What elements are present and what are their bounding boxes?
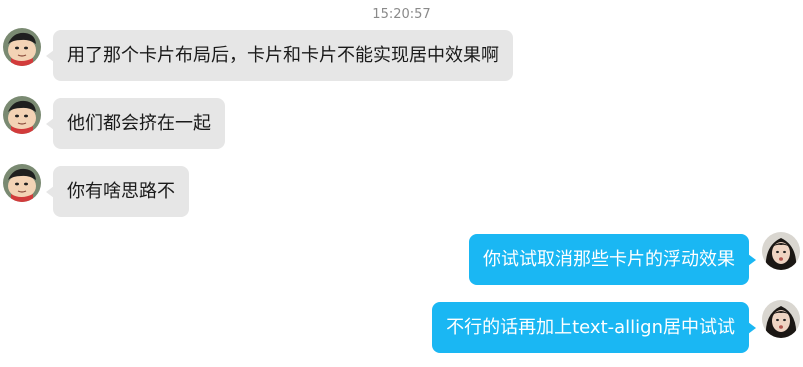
chat-window: 15:20:57 用了那个卡片布局后，卡片和卡片不能实现居中效果啊 他们都会挤在… xyxy=(0,0,803,367)
message-bubble[interactable]: 不行的话再加上text-allign居中试试 xyxy=(432,302,756,353)
message-bubble[interactable]: 你试试取消那些卡片的浮动效果 xyxy=(469,234,756,285)
message-bubble[interactable]: 用了那个卡片布局后，卡片和卡片不能实现居中效果啊 xyxy=(46,30,513,81)
message-bubble[interactable]: 他们都会挤在一起 xyxy=(46,98,225,149)
message-row-outgoing: 不行的话再加上text-allign居中试试 xyxy=(0,300,803,354)
message-row-outgoing: 你试试取消那些卡片的浮动效果 xyxy=(0,232,803,286)
cartoon-boy-avatar[interactable] xyxy=(3,164,41,202)
girl-photo-avatar[interactable] xyxy=(762,232,800,270)
girl-photo-avatar[interactable] xyxy=(762,300,800,338)
message-row-incoming: 用了那个卡片布局后，卡片和卡片不能实现居中效果啊 xyxy=(0,28,803,82)
message-bubble[interactable]: 你有啥思路不 xyxy=(46,166,189,217)
message-timestamp: 15:20:57 xyxy=(372,7,431,22)
cartoon-boy-avatar[interactable] xyxy=(3,96,41,134)
cartoon-boy-avatar[interactable] xyxy=(3,28,41,66)
message-row-incoming: 他们都会挤在一起 xyxy=(0,96,803,150)
message-row-incoming: 你有啥思路不 xyxy=(0,164,803,218)
